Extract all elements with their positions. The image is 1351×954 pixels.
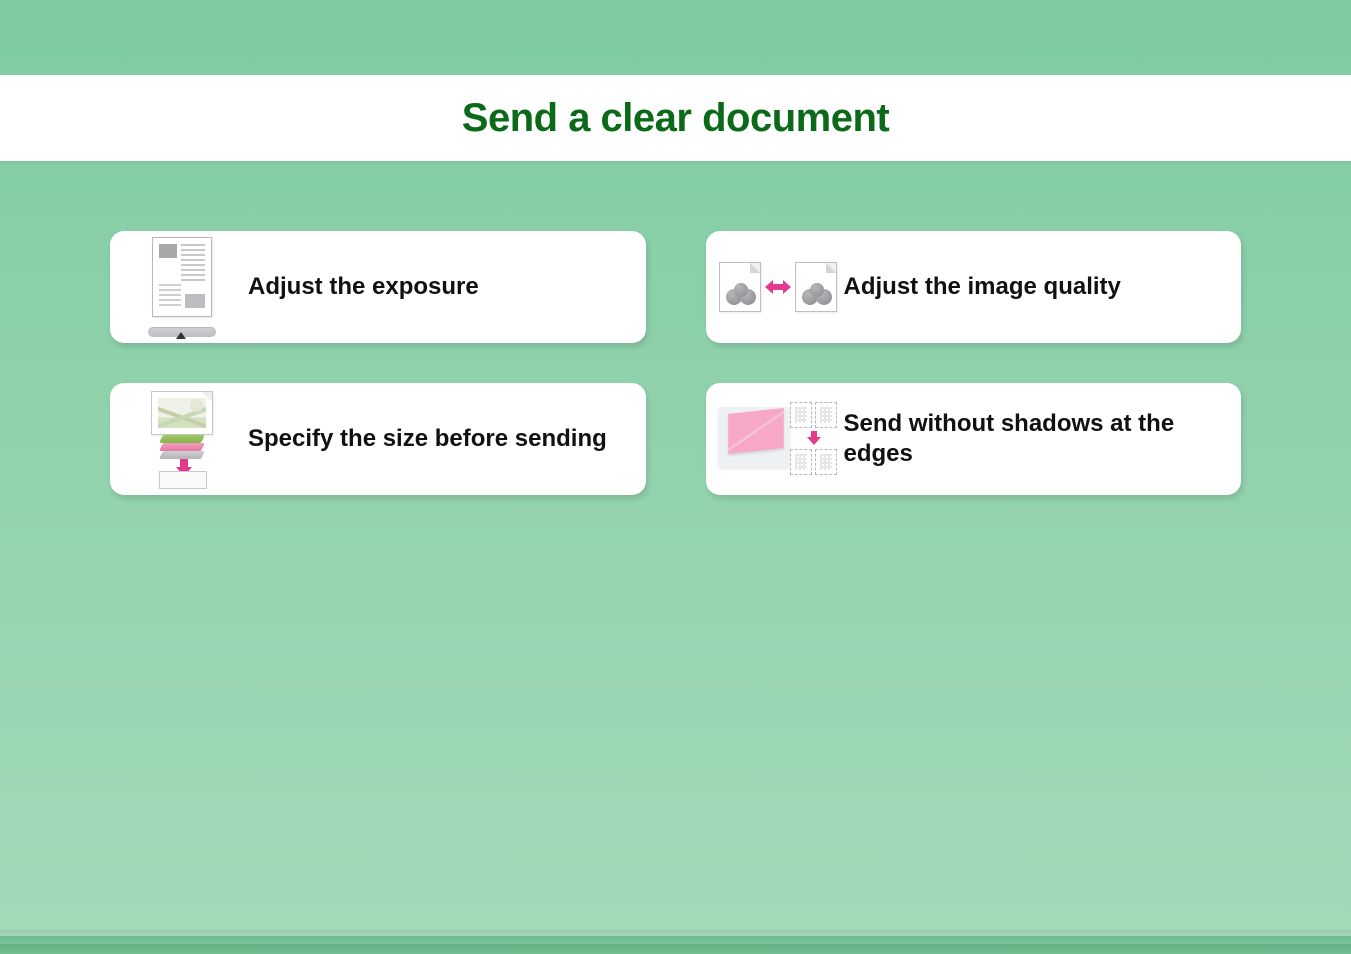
- option-adjust-exposure[interactable]: Adjust the exposure: [110, 231, 646, 343]
- exposure-icon: [122, 237, 242, 337]
- option-label: Send without shadows at the edges: [838, 409, 1222, 469]
- footer-decoration: [0, 918, 1351, 954]
- option-label: Adjust the image quality: [838, 272, 1222, 302]
- specify-size-icon: [122, 389, 242, 489]
- page-title: Send a clear document: [462, 96, 889, 141]
- option-no-edge-shadows[interactable]: Send without shadows at the edges: [706, 383, 1242, 495]
- options-grid: Adjust the exposure: [0, 161, 1351, 495]
- image-quality-icon: [718, 237, 838, 337]
- option-label: Adjust the exposure: [242, 272, 626, 302]
- header-spacer: [0, 0, 1351, 75]
- option-adjust-image-quality[interactable]: Adjust the image quality: [706, 231, 1242, 343]
- edge-shadows-icon: [718, 389, 838, 489]
- option-specify-size[interactable]: Specify the size before sending: [110, 383, 646, 495]
- page-title-band: Send a clear document: [0, 75, 1351, 161]
- option-label: Specify the size before sending: [242, 424, 626, 454]
